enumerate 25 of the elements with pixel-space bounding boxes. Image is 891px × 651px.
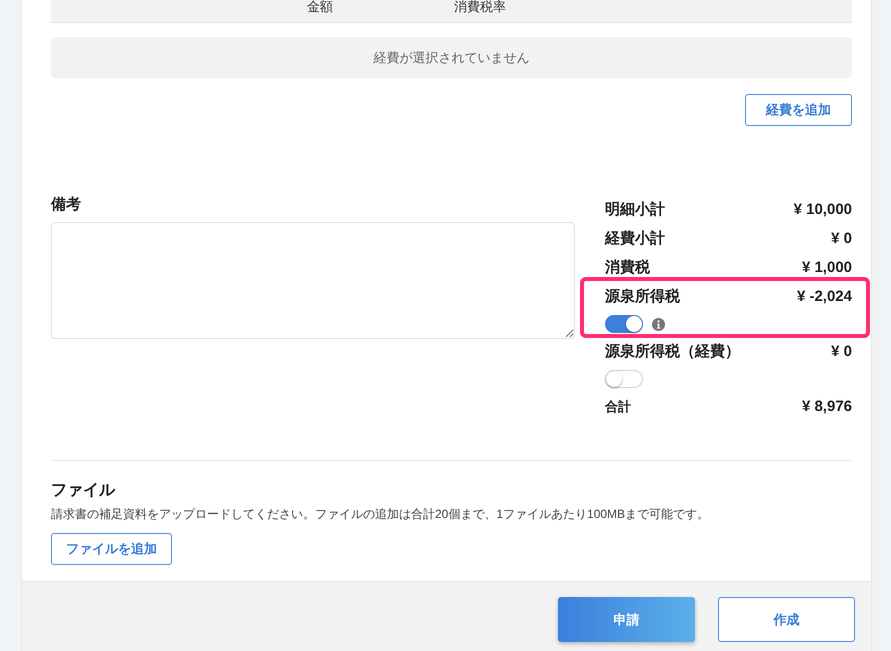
summary-label: 明細小計 — [605, 202, 665, 218]
toggle-switch[interactable] — [605, 315, 643, 333]
summary-label: 源泉所得税 — [605, 289, 680, 305]
summary-value: ¥ 0 — [831, 344, 852, 360]
summary-label: 源泉所得税（経費） — [605, 344, 740, 360]
summary-label: 消費税 — [605, 260, 650, 276]
summary-value: ¥ 0 — [831, 231, 852, 247]
column-header: 金額 — [306, 0, 334, 16]
info-icon[interactable] — [652, 318, 665, 330]
summary-value: ¥ 8,976 — [802, 399, 852, 415]
add-file-button[interactable]: ファイルを追加 — [51, 533, 172, 565]
create-button[interactable]: 作成 — [718, 597, 855, 642]
files-heading: ファイル — [51, 482, 116, 499]
summary-value: ¥ -2,024 — [796, 289, 852, 305]
summary-value: ¥ 1,000 — [802, 260, 852, 276]
summary-value: ¥ 10,000 — [794, 202, 852, 218]
empty-state-message: 経費が選択されていません — [51, 37, 852, 78]
add-expense-button[interactable]: 経費を追加 — [745, 94, 852, 126]
remarks-label: 備考 — [51, 197, 82, 213]
files-description: 請求書の補足資料をアップロードしてください。ファイルの追加は合計20個まで、1ファイルあたり100MBまで可能です。 — [51, 507, 710, 521]
column-header: 消費税率 — [453, 0, 507, 16]
remarks-field[interactable] — [51, 222, 575, 339]
summary-label: 合計 — [605, 399, 631, 415]
summary-label: 経費小計 — [605, 231, 665, 247]
submit-button[interactable]: 申請 — [558, 597, 695, 642]
